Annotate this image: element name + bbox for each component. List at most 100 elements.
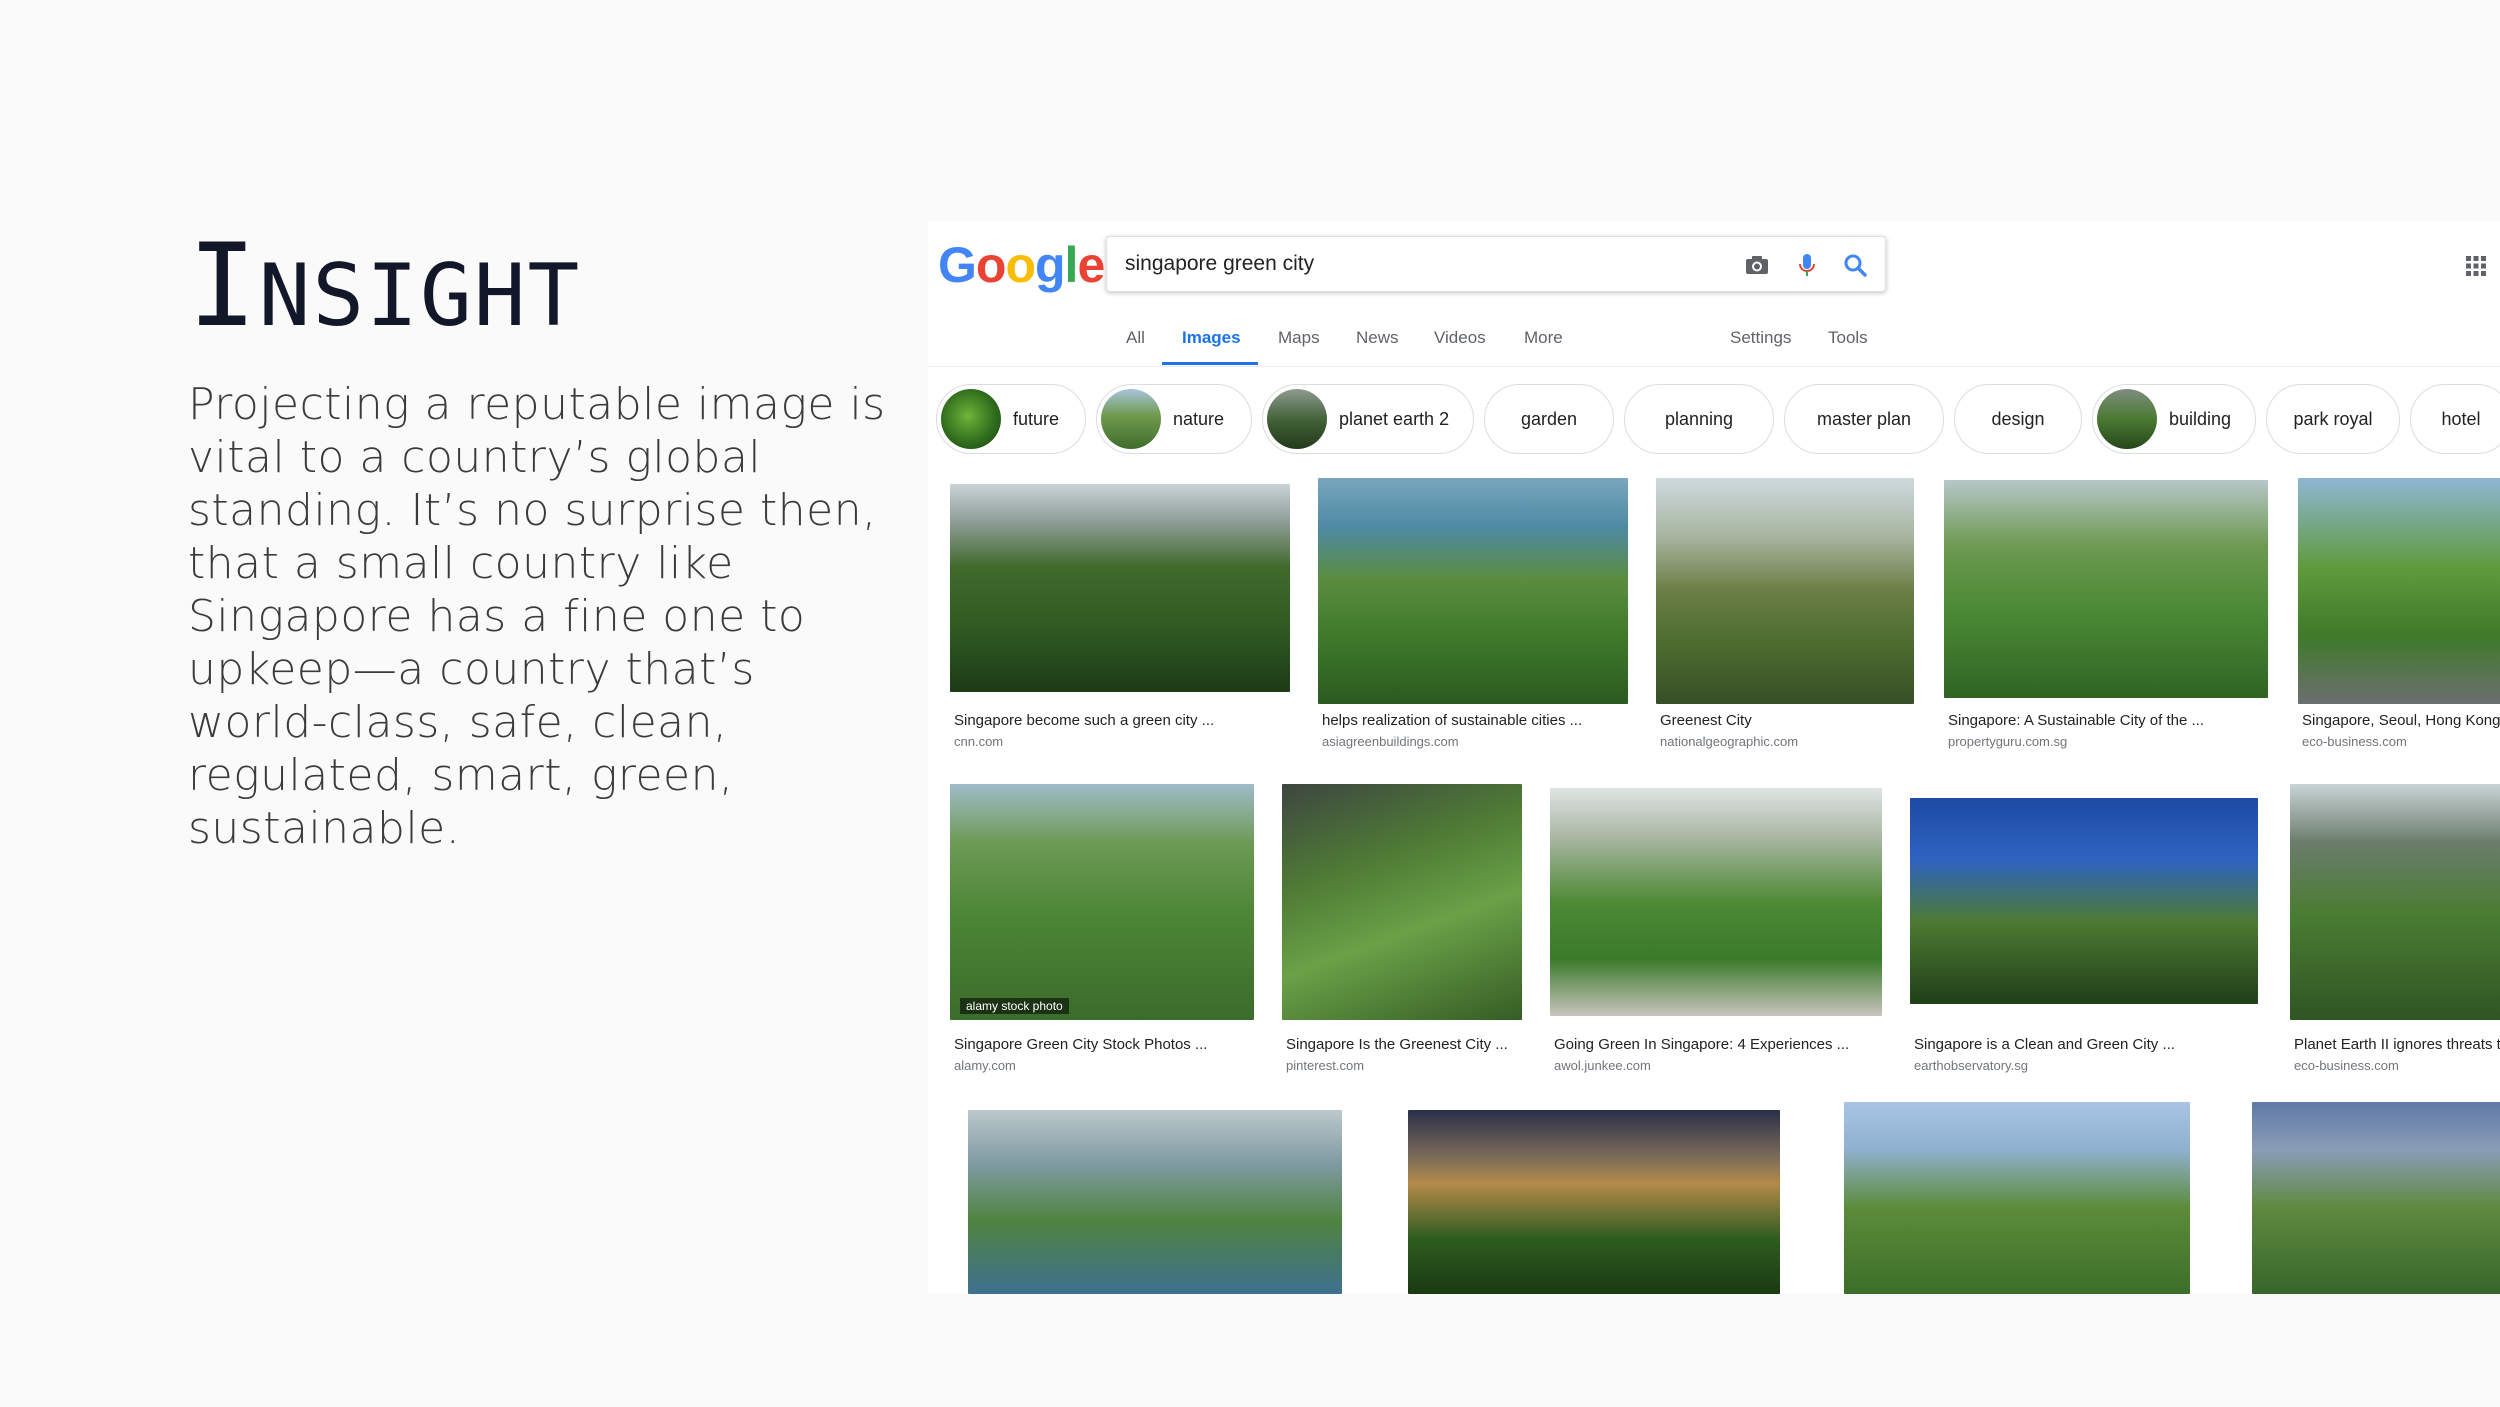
google-header: Google singapore green city All Images M… [928,222,2500,367]
image-result[interactable]: alamy stock photo Singapore Green City S… [950,784,1256,1073]
tools-link[interactable]: Tools [1828,328,1868,348]
result-thumbnail[interactable] [1550,788,1882,1016]
slide-title: INSIGHT [188,222,581,360]
chip-future[interactable]: future [936,384,1086,454]
image-result[interactable]: Singapore is a Clean and Green City ... … [1910,798,2262,1073]
result-source[interactable]: pinterest.com [1286,1058,1364,1073]
chip-label: garden [1520,408,1578,429]
result-caption[interactable]: Singapore, Seoul, Hong Kong [2302,712,2500,729]
logo-letter: o [975,237,1007,293]
chip-hotel[interactable]: hotel [2410,384,2500,454]
result-source[interactable]: alamy.com [954,1058,1016,1073]
result-caption[interactable]: Singapore Green City Stock Photos ... [954,1036,1207,1053]
logo-letter: e [1077,237,1105,293]
chip-label: master plan [1816,408,1912,429]
chip-label: future [1013,408,1060,429]
result-caption[interactable]: helps realization of sustainable cities … [1322,712,1582,729]
image-result[interactable] [1826,1098,2208,1294]
chip-garden[interactable]: garden [1484,384,1614,454]
stock-watermark: alamy stock photo [960,998,1069,1014]
chip-building[interactable]: building [2092,384,2256,454]
chip-label: planning [1664,408,1734,429]
result-thumbnail[interactable] [1408,1110,1780,1294]
image-result[interactable]: Planet Earth II ignores threats t eco-bu… [2290,784,2500,1073]
microphone-icon[interactable] [1791,249,1823,281]
result-source[interactable]: cnn.com [954,734,1003,749]
image-result[interactable] [1390,1098,1798,1294]
result-caption[interactable]: Singapore Is the Greenest City ... [1286,1036,1508,1053]
image-result[interactable]: helps realization of sustainable cities … [1318,478,1630,749]
search-icon[interactable] [1839,249,1871,281]
image-result[interactable]: Singapore become such a green city ... c… [950,484,1292,749]
result-thumbnail[interactable] [1844,1102,2190,1294]
related-search-chips: future nature planet earth 2 garden plan… [936,384,2500,456]
tab-maps[interactable]: Maps [1278,328,1320,348]
logo-letter: o [1005,237,1036,293]
result-source[interactable]: earthobservatory.sg [1914,1058,2028,1073]
image-result[interactable]: Singapore: A Sustainable City of the ...… [1944,480,2270,749]
google-images-screenshot: Google singapore green city All Images M… [928,222,2500,1294]
image-result[interactable]: Singapore, Seoul, Hong Kong eco-business… [2298,478,2500,749]
result-thumbnail[interactable] [1656,478,1914,704]
chip-master-plan[interactable]: master plan [1784,384,1944,454]
chip-thumbnail [2097,389,2157,449]
tab-more[interactable]: More [1524,328,1563,348]
image-result[interactable]: Going Green In Singapore: 4 Experiences … [1550,788,1884,1073]
chip-park-royal[interactable]: park royal [2266,384,2400,454]
logo-letter: l [1064,237,1079,293]
image-result[interactable] [950,1098,1360,1294]
result-thumbnail[interactable] [1944,480,2268,698]
result-thumbnail[interactable] [1910,798,2258,1004]
chip-thumbnail [941,389,1001,449]
image-result[interactable]: Greenest City nationalgeographic.com [1656,478,1916,749]
result-caption[interactable]: Singapore is a Clean and Green City ... [1914,1036,2175,1053]
result-source[interactable]: eco-business.com [2302,734,2407,749]
result-thumbnail[interactable] [1282,784,1522,1020]
chip-label: building [2169,408,2232,429]
chip-label: planet earth 2 [1339,408,1450,429]
chip-label: nature [1173,408,1225,429]
result-caption[interactable]: Singapore become such a green city ... [954,712,1214,729]
chip-planning[interactable]: planning [1624,384,1774,454]
chip-planet-earth-2[interactable]: planet earth 2 [1262,384,1474,454]
result-thumbnail[interactable] [1318,478,1628,704]
active-tab-indicator [1162,362,1258,365]
logo-letter: G [938,237,977,293]
search-input[interactable]: singapore green city [1125,252,1314,276]
google-logo[interactable]: Google [938,236,1105,294]
chip-label: park royal [2293,408,2373,429]
chip-label: hotel [2441,408,2481,429]
result-thumbnail[interactable] [2290,784,2500,1020]
chip-thumbnail [1267,389,1327,449]
result-source[interactable]: eco-business.com [2294,1058,2399,1073]
result-caption[interactable]: Greenest City [1660,712,1752,729]
tab-videos[interactable]: Videos [1434,328,1486,348]
chip-nature[interactable]: nature [1096,384,1252,454]
tab-news[interactable]: News [1356,328,1399,348]
result-thumbnail[interactable]: alamy stock photo [950,784,1254,1020]
chip-thumbnail [1101,389,1161,449]
result-caption[interactable]: Singapore: A Sustainable City of the ... [1948,712,2204,729]
camera-icon[interactable] [1741,249,1773,281]
result-thumbnail[interactable] [950,484,1290,692]
result-source[interactable]: nationalgeographic.com [1660,734,1798,749]
settings-link[interactable]: Settings [1730,328,1791,348]
result-thumbnail[interactable] [968,1110,1342,1294]
tab-images[interactable]: Images [1182,328,1241,348]
search-box[interactable]: singapore green city [1106,236,1886,292]
result-source[interactable]: propertyguru.com.sg [1948,734,2067,749]
result-thumbnail[interactable] [2298,478,2500,704]
apps-grid-icon[interactable] [2464,254,2488,278]
image-result[interactable] [2234,1098,2500,1294]
result-source[interactable]: awol.junkee.com [1554,1058,1651,1073]
result-source[interactable]: asiagreenbuildings.com [1322,734,1459,749]
chip-design[interactable]: design [1954,384,2082,454]
result-caption[interactable]: Going Green In Singapore: 4 Experiences … [1554,1036,1849,1053]
result-thumbnail[interactable] [2252,1102,2500,1294]
chip-label: design [1991,408,2045,429]
slide-body-text: Projecting a reputable image is vital to… [188,379,886,854]
search-tabs: All Images Maps News Videos More Setting… [928,318,2500,366]
image-result[interactable]: Singapore Is the Greenest City ... pinte… [1282,784,1524,1073]
tab-all[interactable]: All [1126,328,1145,348]
result-caption[interactable]: Planet Earth II ignores threats t [2294,1036,2500,1053]
